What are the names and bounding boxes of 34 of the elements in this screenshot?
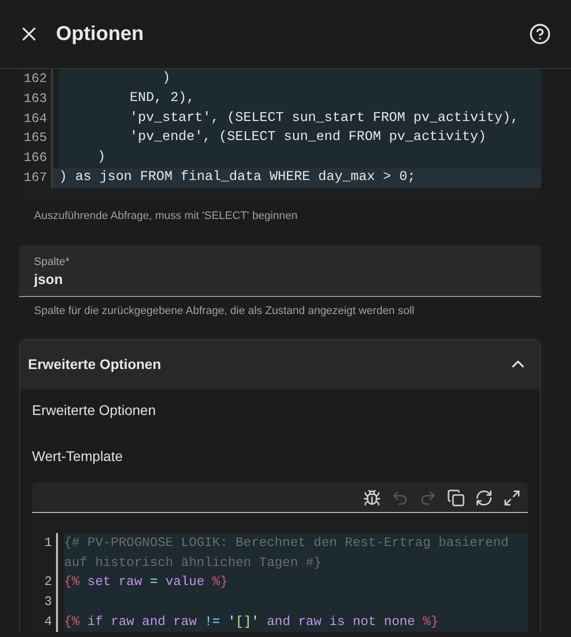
dialog-title: Optionen (56, 22, 145, 46)
line-number: 163 (22, 90, 48, 108)
bug-icon (363, 488, 381, 507)
code-line: {% if raw and raw != '[]' and raw is not none %} (64, 612, 440, 631)
copy-button[interactable] (446, 488, 466, 508)
helper-text: Spalte für die zurückgegebene Abfrage, die als Zustand angezeigt werden soll (34, 304, 416, 317)
help-icon (529, 23, 551, 45)
refresh-icon (475, 488, 493, 507)
undo-icon (391, 488, 409, 507)
line-number: 162 (22, 70, 48, 88)
copy-icon (447, 488, 465, 507)
line-number: 2 (43, 573, 53, 592)
field-label: Spalte* (34, 256, 70, 268)
column-field[interactable]: Spalte* json (19, 244, 541, 297)
refresh-button[interactable] (474, 488, 494, 508)
input-field[interactable]: json (34, 268, 526, 287)
code-line: {% set raw = value %} (64, 573, 229, 592)
section-title: Erweiterte Optionen (32, 400, 157, 418)
fullscreen-button[interactable] (502, 488, 522, 508)
help-button[interactable] (527, 21, 553, 47)
bug-button[interactable] (362, 488, 382, 508)
line-number: 167 (22, 168, 48, 187)
line-number: 1 (43, 534, 53, 552)
panel-header[interactable]: Erweiterte Optionen (20, 340, 540, 389)
field-label: Wert-Template (32, 446, 124, 464)
fullscreen-icon (503, 488, 521, 507)
line-number: 3 (43, 593, 53, 612)
line-number: 4 (43, 612, 53, 631)
helper-text: Auszuführende Abfrage, muss mit 'SELECT' beginnen (34, 210, 298, 222)
line-number: 166 (22, 149, 48, 168)
redo-icon (419, 488, 437, 507)
line-number: 164 (22, 110, 48, 128)
code-line: {# PV-PROGNOSE LOGIK: Berechnet den Rest-Ertrag basierend auf historisch ähnlichen Tagen #} (64, 534, 510, 572)
line-number: 165 (22, 129, 48, 148)
